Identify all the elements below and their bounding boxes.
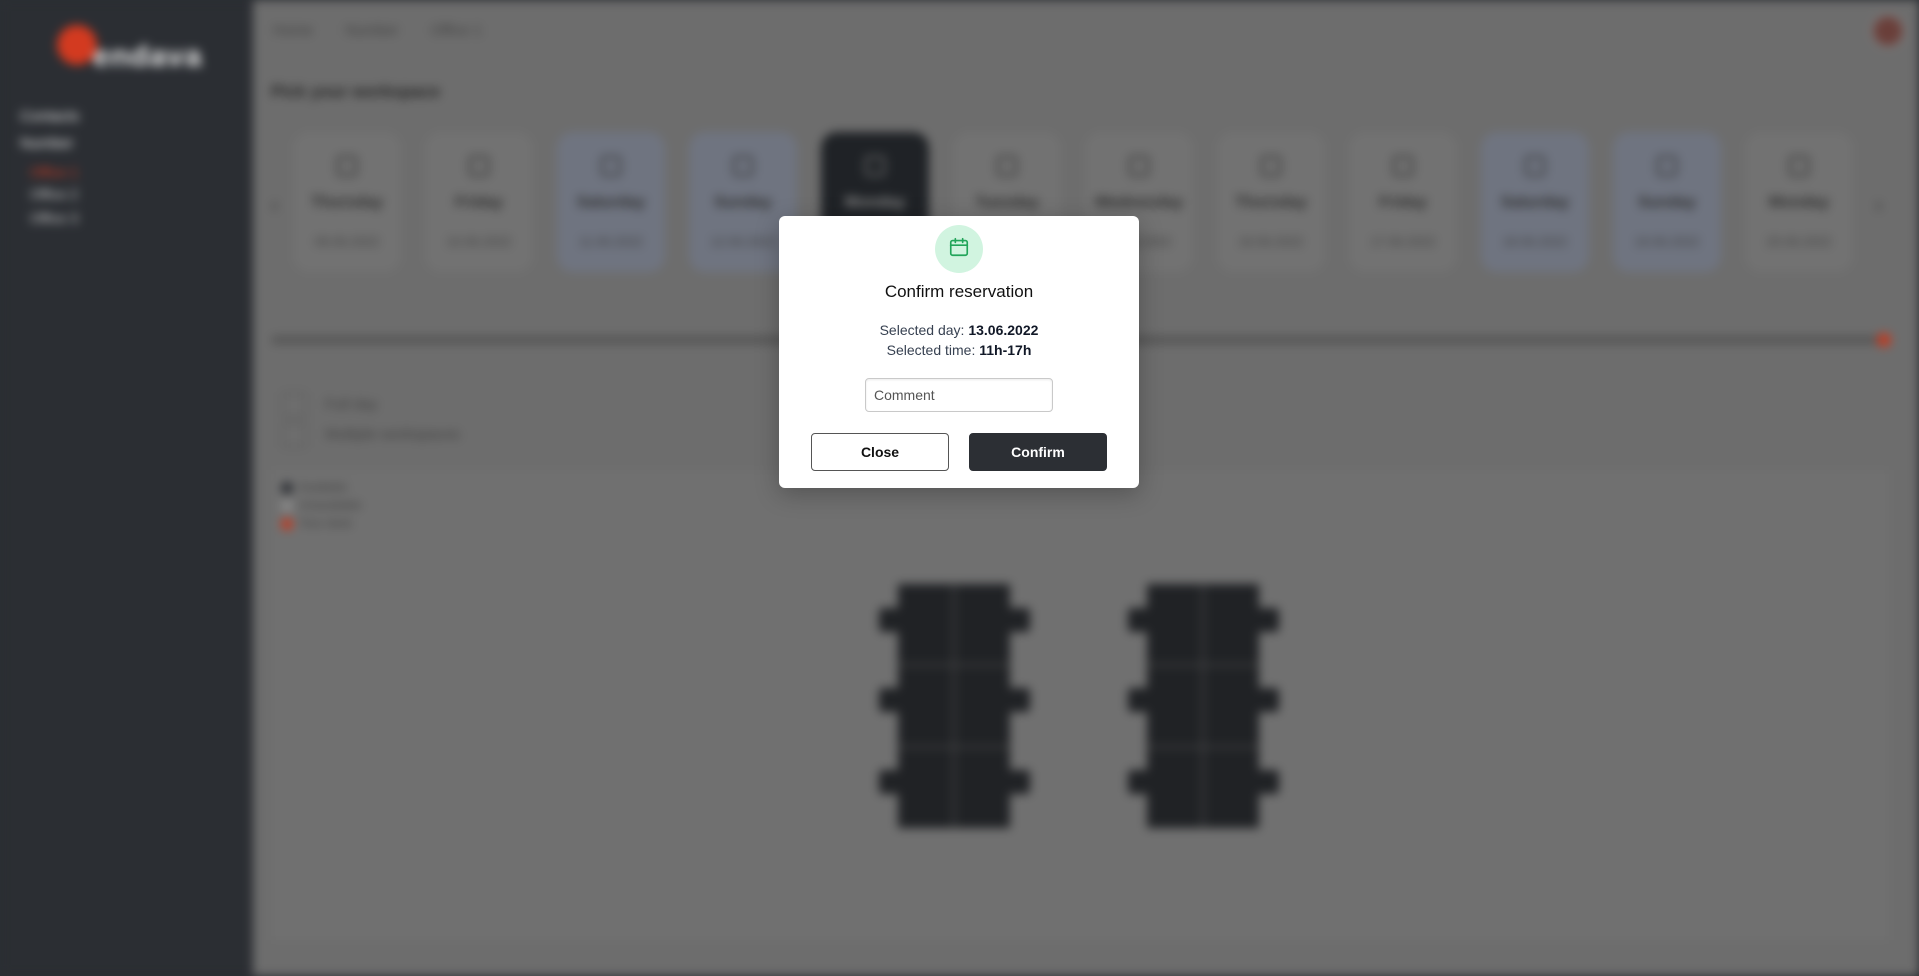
calendar-icon <box>1393 156 1413 176</box>
calendar-icon <box>1525 156 1545 176</box>
day-name: Thursday <box>310 194 383 211</box>
selected-time-value: 11h-17h <box>979 342 1032 358</box>
logo-mark-icon <box>57 25 97 65</box>
selected-day-value: 13.06.2022 <box>968 322 1039 338</box>
calendar-icon <box>1789 156 1809 176</box>
breadcrumb: Home Number Office 1 <box>273 22 510 39</box>
day-date: 18.06.2022 <box>1502 234 1568 249</box>
full-day-checkbox[interactable] <box>281 392 307 418</box>
day-name: Friday <box>1378 194 1427 211</box>
desk-seat[interactable] <box>879 770 901 794</box>
floor-plan: Available Unavailable Your desk <box>271 470 1889 940</box>
calendar-icon <box>948 236 970 263</box>
selected-day-line: Selected day: 13.06.2022 <box>779 322 1139 338</box>
legend-your-desk: Your desk <box>281 516 352 530</box>
calendar-icon <box>1657 156 1677 176</box>
sidebar-item-contacts[interactable]: Contacts <box>20 108 79 125</box>
comment-input[interactable] <box>865 378 1053 412</box>
day-date: 17.06.2022 <box>1370 234 1436 249</box>
selected-day-label: Selected day: <box>879 322 965 338</box>
day-card[interactable]: Saturday 18.06.2022 <box>1481 132 1589 272</box>
day-card[interactable]: Friday 17.06.2022 <box>1349 132 1457 272</box>
day-name: Thursday <box>1234 194 1307 211</box>
day-card[interactable]: Thursday 09.06.2022 <box>293 132 401 272</box>
day-name: Monday <box>1768 194 1830 211</box>
desk-seat[interactable] <box>1128 608 1150 632</box>
day-name: Sunday <box>1638 194 1696 211</box>
sidebar-subitem-office-3[interactable]: Office 3 <box>30 210 78 226</box>
desk-seat[interactable] <box>1257 608 1279 632</box>
calendar-icon <box>601 156 621 176</box>
logo: endava <box>55 22 205 73</box>
avatar[interactable] <box>1871 14 1905 48</box>
day-name: Saturday <box>1500 194 1570 211</box>
multiple-workspaces-label: Multiple workspaces <box>325 426 461 443</box>
main-content: Home Number Office 1 Pick your workspace… <box>253 0 1919 976</box>
desk-cluster[interactable] <box>1147 584 1259 828</box>
day-name: Friday <box>454 194 503 211</box>
day-card[interactable]: Thursday 16.06.2022 <box>1217 132 1325 272</box>
prev-days-arrow-icon[interactable]: ‹ <box>271 192 278 218</box>
time-slider-handle[interactable] <box>1877 333 1891 347</box>
dialog-title: Confirm reservation <box>884 282 1034 301</box>
breadcrumb-number[interactable]: Number <box>345 22 398 39</box>
close-button[interactable]: Close <box>811 433 949 471</box>
desk-seat[interactable] <box>1008 770 1030 794</box>
desk-cluster[interactable] <box>898 584 1010 828</box>
selected-time-label: Selected time: <box>886 342 976 358</box>
day-name: Saturday <box>576 194 646 211</box>
legend-available: Available <box>281 480 347 494</box>
calendar-icon <box>469 156 489 176</box>
logo-text: endava <box>93 40 203 73</box>
day-date: 09.06.2022 <box>314 234 380 249</box>
confirm-reservation-dialog: Confirm reservation Selected day: 13.06.… <box>779 216 1139 488</box>
sidebar-subitem-office-2[interactable]: Office 2 <box>30 186 78 202</box>
page-title: Pick your workspace <box>271 82 441 101</box>
desk-seat[interactable] <box>1008 608 1030 632</box>
legend-unavailable: Unavailable <box>281 498 362 512</box>
dialog-icon-badge <box>935 225 983 273</box>
day-card[interactable]: Monday 20.06.2022 <box>1745 132 1853 272</box>
background-app: endava Contacts Number Office 1 Office 2… <box>0 0 1919 976</box>
day-name: Tuesday <box>975 194 1039 211</box>
desk-seat[interactable] <box>879 688 901 712</box>
sidebar-item-number[interactable]: Number <box>20 135 73 152</box>
desk-seat[interactable] <box>1008 688 1030 712</box>
day-name: Monday <box>844 194 906 211</box>
calendar-icon <box>733 156 753 176</box>
selected-time-line: Selected time: 11h-17h <box>779 342 1139 358</box>
calendar-icon <box>337 156 357 176</box>
full-day-label: Full day <box>325 396 378 413</box>
day-name: Sunday <box>714 194 772 211</box>
sidebar-subitem-office-1[interactable]: Office 1 <box>30 164 78 180</box>
day-date: 20.06.2022 <box>1766 234 1832 249</box>
day-card[interactable]: Sunday 19.06.2022 <box>1613 132 1721 272</box>
desk-seat[interactable] <box>1128 688 1150 712</box>
calendar-icon <box>865 156 885 176</box>
next-days-arrow-icon[interactable]: › <box>1875 192 1882 218</box>
calendar-icon <box>1261 156 1281 176</box>
sidebar: endava Contacts Number Office 1 Office 2… <box>0 0 253 976</box>
confirm-button[interactable]: Confirm <box>969 433 1107 471</box>
desk-seat[interactable] <box>1257 688 1279 712</box>
breadcrumb-office[interactable]: Office 1 <box>431 22 482 39</box>
day-card[interactable]: Saturday 11.06.2022 <box>557 132 665 272</box>
day-date: 11.06.2022 <box>578 234 644 249</box>
calendar-icon <box>1129 156 1149 176</box>
day-card[interactable]: Friday 10.06.2022 <box>425 132 533 272</box>
day-date: 16.06.2022 <box>1238 234 1304 249</box>
desk-seat[interactable] <box>879 608 901 632</box>
day-date: 10.06.2022 <box>446 234 512 249</box>
desk-seat[interactable] <box>1128 770 1150 794</box>
desk-seat[interactable] <box>1257 770 1279 794</box>
day-date: 19.06.2022 <box>1634 234 1700 249</box>
breadcrumb-home[interactable]: Home <box>273 22 313 39</box>
calendar-icon <box>997 156 1017 176</box>
multiple-workspaces-checkbox[interactable] <box>281 422 307 448</box>
day-name: Wednesday <box>1094 194 1184 211</box>
